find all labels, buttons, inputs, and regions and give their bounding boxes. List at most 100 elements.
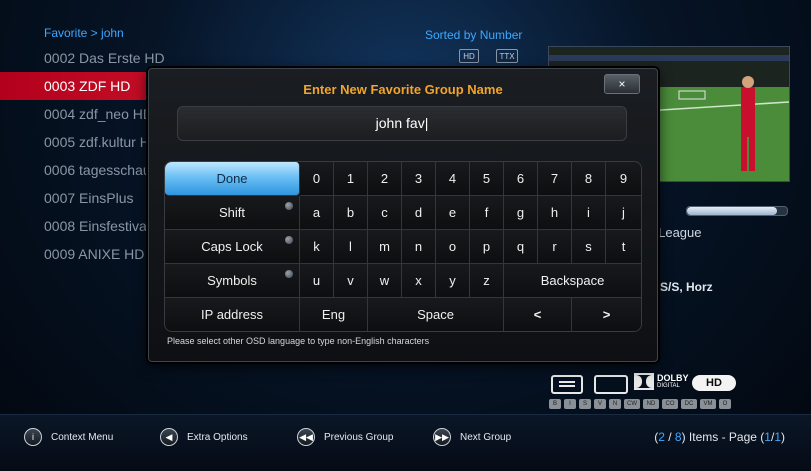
next-group-hint[interactable]: ▶▶ Next Group — [433, 428, 511, 446]
key-u[interactable]: u — [300, 264, 334, 298]
items-separator: / — [664, 430, 675, 444]
key-o[interactable]: o — [436, 230, 470, 264]
symbols-key-label: Symbols — [207, 273, 257, 288]
key-q[interactable]: q — [504, 230, 538, 264]
shift-key[interactable]: Shift — [165, 196, 300, 230]
symbols-key[interactable]: Symbols — [165, 264, 300, 298]
key-l[interactable]: l — [334, 230, 368, 264]
key-n[interactable]: n — [402, 230, 436, 264]
key-s[interactable]: s — [572, 230, 606, 264]
status-badge: CW — [624, 399, 640, 409]
key-b[interactable]: b — [334, 196, 368, 230]
progress-bar — [686, 206, 788, 216]
key-r[interactable]: r — [538, 230, 572, 264]
extra-options-hint[interactable]: ◀ Extra Options — [160, 428, 248, 446]
status-badge: B — [549, 399, 561, 409]
dolby-sub-label: DIGITAL — [657, 382, 680, 389]
language-hint: Please select other OSD language to type… — [167, 336, 430, 346]
page-total: 1 — [774, 430, 781, 444]
caps-lock-key[interactable]: Caps Lock — [165, 230, 300, 264]
progress-fill — [687, 207, 777, 215]
status-badge: CO — [662, 399, 678, 409]
key-p[interactable]: p — [470, 230, 504, 264]
items-close: ) Items - Page ( — [681, 430, 765, 444]
widescreen-icon — [594, 375, 628, 394]
key-9[interactable]: 9 — [606, 162, 641, 196]
page-current: 1 — [764, 430, 771, 444]
key-3[interactable]: 3 — [402, 162, 436, 196]
status-badge: O — [719, 399, 731, 409]
fast-forward-icon: ▶▶ — [433, 428, 451, 446]
key-1[interactable]: 1 — [334, 162, 368, 196]
left-arrow-icon: ◀ — [160, 428, 178, 446]
dolby-label: DOLBY — [657, 372, 689, 383]
dolby-digital-logo: DOLBY DIGITAL — [634, 373, 689, 390]
caps-lock-key-label: Caps Lock — [201, 239, 263, 254]
status-badge: N — [609, 399, 621, 409]
done-key[interactable]: Done — [165, 162, 300, 196]
key-0[interactable]: 0 — [300, 162, 334, 196]
key-5[interactable]: 5 — [470, 162, 504, 196]
next-group-label: Next Group — [460, 431, 512, 443]
shift-key-label: Shift — [218, 205, 245, 220]
breadcrumb: Favorite > john — [44, 26, 124, 40]
key-a[interactable]: a — [300, 196, 334, 230]
key-i[interactable]: i — [572, 196, 606, 230]
dialog-title: Enter New Favorite Group Name — [303, 82, 503, 97]
caps-lock-indicator-icon — [285, 236, 293, 244]
key-8[interactable]: 8 — [572, 162, 606, 196]
on-screen-keyboard: Done 0 1 2 3 4 5 6 7 8 9 Shift a b c d e… — [164, 161, 642, 332]
group-name-input[interactable]: john fav| — [177, 106, 627, 141]
subtitle-lines-icon — [559, 381, 575, 387]
key-z[interactable]: z — [470, 264, 504, 298]
key-h[interactable]: h — [538, 196, 572, 230]
subtitle-icon — [551, 375, 583, 394]
space-key[interactable]: Space — [368, 298, 504, 331]
key-w[interactable]: w — [368, 264, 402, 298]
sort-label: Sorted by Number — [425, 28, 523, 42]
key-7[interactable]: 7 — [538, 162, 572, 196]
footer-bar: i Context Menu ◀ Extra Options ◀◀ Previo… — [0, 414, 811, 471]
shift-indicator-icon — [285, 202, 293, 210]
key-m[interactable]: m — [368, 230, 402, 264]
previous-group-label: Previous Group — [324, 431, 394, 443]
items-current: 2 — [658, 430, 665, 444]
hd-logo: HD — [692, 375, 736, 391]
extra-options-label: Extra Options — [187, 431, 248, 443]
key-x[interactable]: x — [402, 264, 436, 298]
context-menu-label: Context Menu — [51, 431, 114, 443]
key-v[interactable]: v — [334, 264, 368, 298]
backspace-key[interactable]: Backspace — [504, 264, 641, 298]
key-j[interactable]: j — [606, 196, 641, 230]
previous-group-hint[interactable]: ◀◀ Previous Group — [297, 428, 393, 446]
key-y[interactable]: y — [436, 264, 470, 298]
info-icon: i — [24, 428, 42, 446]
key-k[interactable]: k — [300, 230, 334, 264]
rewind-icon: ◀◀ — [297, 428, 315, 446]
key-d[interactable]: d — [402, 196, 436, 230]
key-6[interactable]: 6 — [504, 162, 538, 196]
language-key[interactable]: Eng — [300, 298, 368, 331]
transponder-info: XS/S, Horz — [652, 280, 713, 294]
status-badge: I — [564, 399, 576, 409]
status-badge: ND — [643, 399, 659, 409]
key-c[interactable]: c — [368, 196, 402, 230]
key-4[interactable]: 4 — [436, 162, 470, 196]
items-total: 8 — [674, 430, 682, 444]
symbols-indicator-icon — [285, 270, 293, 278]
ip-address-key[interactable]: IP address — [165, 298, 300, 331]
pagination-info: (2 / 8) Items - Page (1/1) — [654, 430, 785, 444]
key-g[interactable]: g — [504, 196, 538, 230]
page-close: ) — [781, 430, 785, 444]
key-t[interactable]: t — [606, 230, 641, 264]
status-badge: DC — [681, 399, 697, 409]
close-button[interactable]: × — [604, 74, 640, 94]
cursor-right-key[interactable]: > — [572, 298, 641, 331]
status-badge: VM — [700, 399, 716, 409]
key-e[interactable]: e — [436, 196, 470, 230]
context-menu-hint[interactable]: i Context Menu — [24, 428, 113, 446]
key-2[interactable]: 2 — [368, 162, 402, 196]
cursor-left-key[interactable]: < — [504, 298, 572, 331]
favorite-group-name-dialog: Enter New Favorite Group Name × john fav… — [148, 68, 658, 362]
key-f[interactable]: f — [470, 196, 504, 230]
